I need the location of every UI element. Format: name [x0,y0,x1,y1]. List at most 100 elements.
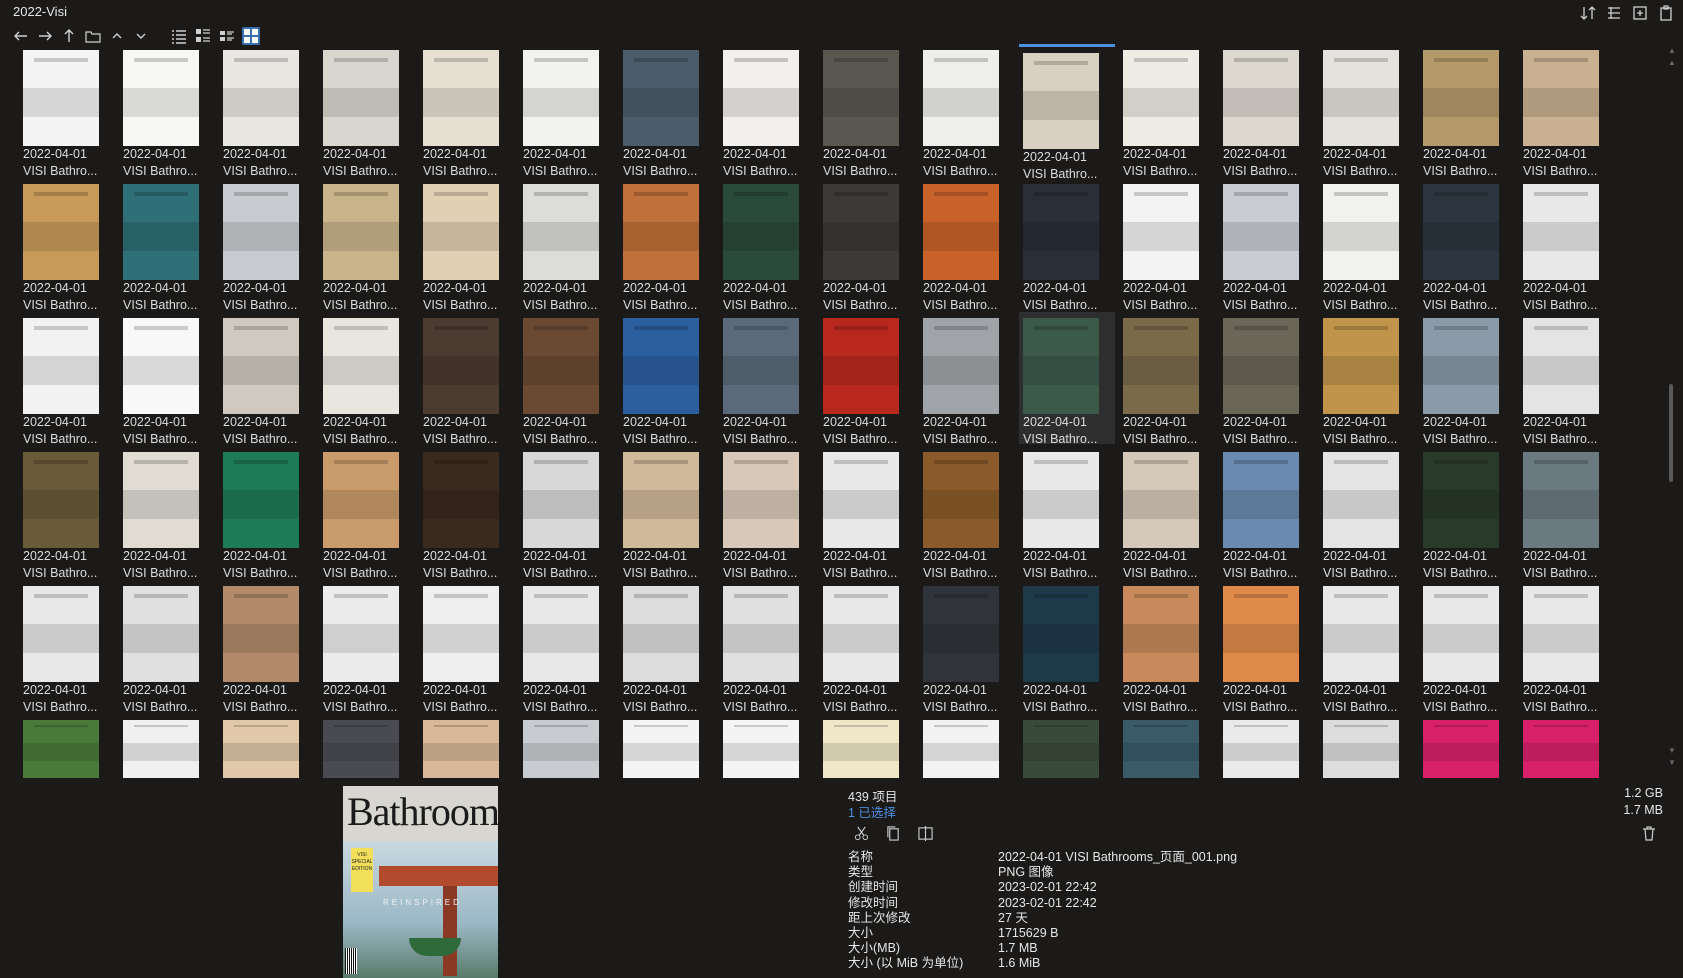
file-tile[interactable]: 2022-04-01 VISI Bathro... [219,580,315,714]
file-tile[interactable]: 2022-04-01 VISI Bathro... [419,312,515,446]
copy-icon[interactable] [884,824,902,842]
scroll-down-icon[interactable]: ▼ [1668,746,1676,755]
file-tile[interactable]: 2022-04-01 VISI Bathro... [819,580,915,714]
file-tile[interactable]: 2022-04-01 VISI Bathro... [1319,580,1415,714]
file-tile[interactable]: 2022-04-01 VISI Bathro... [319,44,415,178]
thumbnail-view-icon[interactable] [242,27,260,45]
file-tile[interactable]: 2022-04-01 VISI Bathro... [1019,44,1115,181]
scroll-up-icon[interactable]: ▲ [1668,58,1676,67]
file-tile[interactable] [1019,714,1115,780]
cut-icon[interactable] [852,824,870,842]
file-tile[interactable]: 2022-04-01 VISI Bathro... [919,44,1015,178]
columns-icon[interactable] [1605,4,1623,22]
file-tile[interactable]: 2022-04-01 VISI Bathro... [519,44,615,178]
file-tile[interactable]: 2022-04-01 VISI Bathro... [1019,446,1115,580]
chevron-up-icon[interactable] [108,27,126,45]
scroll-up-icon[interactable]: ▲ [1668,46,1676,55]
file-tile[interactable]: 2022-04-01 VISI Bathro... [519,178,615,312]
up-arrow-icon[interactable] [60,27,78,45]
file-tile[interactable]: 2022-04-01 VISI Bathro... [1219,580,1315,714]
file-tile[interactable] [619,714,715,780]
file-tile[interactable]: 2022-04-01 VISI Bathro... [919,312,1015,446]
file-tile[interactable]: 2022-04-01 VISI Bathro... [1519,312,1615,446]
file-tile[interactable]: 2022-04-01 VISI Bathro... [1219,446,1315,580]
file-tile[interactable]: 2022-04-01 VISI Bathro... [1119,312,1215,446]
list-view-icon[interactable] [170,27,188,45]
file-tile[interactable]: 2022-04-01 VISI Bathro... [1319,312,1415,446]
file-tile[interactable]: 2022-04-01 VISI Bathro... [1319,446,1415,580]
file-tile[interactable]: 2022-04-01 VISI Bathro... [319,446,415,580]
forward-arrow-icon[interactable] [36,27,54,45]
vertical-scrollbar[interactable]: ▲ ▲ ▼ ▼ [1666,44,1678,780]
file-tile[interactable]: 2022-04-01 VISI Bathro... [19,580,115,714]
file-tile[interactable]: 2022-04-01 VISI Bathro... [719,580,815,714]
file-tile[interactable]: 2022-04-01 VISI Bathro... [219,44,315,178]
file-tile[interactable]: 2022-04-01 VISI Bathro... [19,312,115,446]
file-tile[interactable]: 2022-04-01 VISI Bathro... [19,44,115,178]
file-tile[interactable]: 2022-04-01 VISI Bathro... [119,44,215,178]
file-tile[interactable] [519,714,615,780]
file-tile[interactable]: 2022-04-01 VISI Bathro... [919,580,1015,714]
file-tile[interactable] [119,714,215,780]
file-tile[interactable]: 2022-04-01 VISI Bathro... [419,446,515,580]
clipboard-icon[interactable] [1657,4,1675,22]
file-tile[interactable]: 2022-04-01 VISI Bathro... [919,446,1015,580]
file-tile[interactable] [919,714,1015,780]
file-tile[interactable]: 2022-04-01 VISI Bathro... [1419,44,1515,178]
trash-icon[interactable] [1640,824,1658,842]
file-tile[interactable]: 2022-04-01 VISI Bathro... [119,580,215,714]
details-view-icon[interactable] [194,27,212,45]
file-tile[interactable]: 2022-04-01 VISI Bathro... [819,44,915,178]
file-tile[interactable]: 2022-04-01 VISI Bathro... [319,312,415,446]
file-tile[interactable]: 2022-04-01 VISI Bathro... [819,312,915,446]
file-tile[interactable] [319,714,415,780]
file-tile[interactable]: 2022-04-01 VISI Bathro... [1519,44,1615,178]
file-tile[interactable]: 2022-04-01 VISI Bathro... [1319,44,1415,178]
sort-icon[interactable] [1579,4,1597,22]
file-tile[interactable] [1219,714,1315,780]
file-tile[interactable]: 2022-04-01 VISI Bathro... [1119,446,1215,580]
file-tile[interactable]: 2022-04-01 VISI Bathro... [219,178,315,312]
file-tile[interactable]: 2022-04-01 VISI Bathro... [219,446,315,580]
chevron-down-icon[interactable] [132,27,150,45]
file-tile[interactable] [1419,714,1515,780]
file-tile[interactable]: 2022-04-01 VISI Bathro... [1519,178,1615,312]
file-tile[interactable]: 2022-04-01 VISI Bathro... [619,580,715,714]
file-tile[interactable]: 2022-04-01 VISI Bathro... [519,446,615,580]
file-tile[interactable]: 2022-04-01 VISI Bathro... [119,178,215,312]
file-tile[interactable] [419,714,515,780]
file-tile[interactable] [219,714,315,780]
file-tile[interactable]: 2022-04-01 VISI Bathro... [1219,178,1315,312]
file-tile[interactable] [1519,714,1615,780]
file-tile[interactable]: 2022-04-01 VISI Bathro... [19,178,115,312]
file-tile[interactable]: 2022-04-01 VISI Bathro... [919,178,1015,312]
file-tile[interactable]: 2022-04-01 VISI Bathro... [19,446,115,580]
file-tile[interactable]: 2022-04-01 VISI Bathro... [1019,312,1115,446]
folder-icon[interactable] [84,27,102,45]
file-tile[interactable]: 2022-04-01 VISI Bathro... [119,446,215,580]
file-tile[interactable]: 2022-04-01 VISI Bathro... [1319,178,1415,312]
file-tile[interactable]: 2022-04-01 VISI Bathro... [1219,312,1315,446]
file-tile[interactable] [1319,714,1415,780]
add-tab-icon[interactable] [1631,4,1649,22]
file-tile[interactable]: 2022-04-01 VISI Bathro... [219,312,315,446]
file-tile[interactable]: 2022-04-01 VISI Bathro... [619,312,715,446]
file-tile[interactable] [819,714,915,780]
split-view-icon[interactable] [916,824,934,842]
scrollbar-thumb[interactable] [1669,384,1673,482]
file-tile[interactable]: 2022-04-01 VISI Bathro... [1519,446,1615,580]
file-tile[interactable]: 2022-04-01 VISI Bathro... [1019,580,1115,714]
file-tile[interactable]: 2022-04-01 VISI Bathro... [719,178,815,312]
file-tile[interactable]: 2022-04-01 VISI Bathro... [1119,178,1215,312]
file-tile[interactable]: 2022-04-01 VISI Bathro... [619,44,715,178]
file-tile[interactable] [1119,714,1215,780]
file-tile[interactable]: 2022-04-01 VISI Bathro... [1019,178,1115,312]
file-tile[interactable] [19,714,115,780]
file-tile[interactable]: 2022-04-01 VISI Bathro... [1119,44,1215,178]
file-tile[interactable]: 2022-04-01 VISI Bathro... [119,312,215,446]
file-tile[interactable]: 2022-04-01 VISI Bathro... [519,580,615,714]
file-tile[interactable]: 2022-04-01 VISI Bathro... [819,178,915,312]
file-tile[interactable]: 2022-04-01 VISI Bathro... [1119,580,1215,714]
file-tile[interactable]: 2022-04-01 VISI Bathro... [419,580,515,714]
file-tile[interactable]: 2022-04-01 VISI Bathro... [719,44,815,178]
